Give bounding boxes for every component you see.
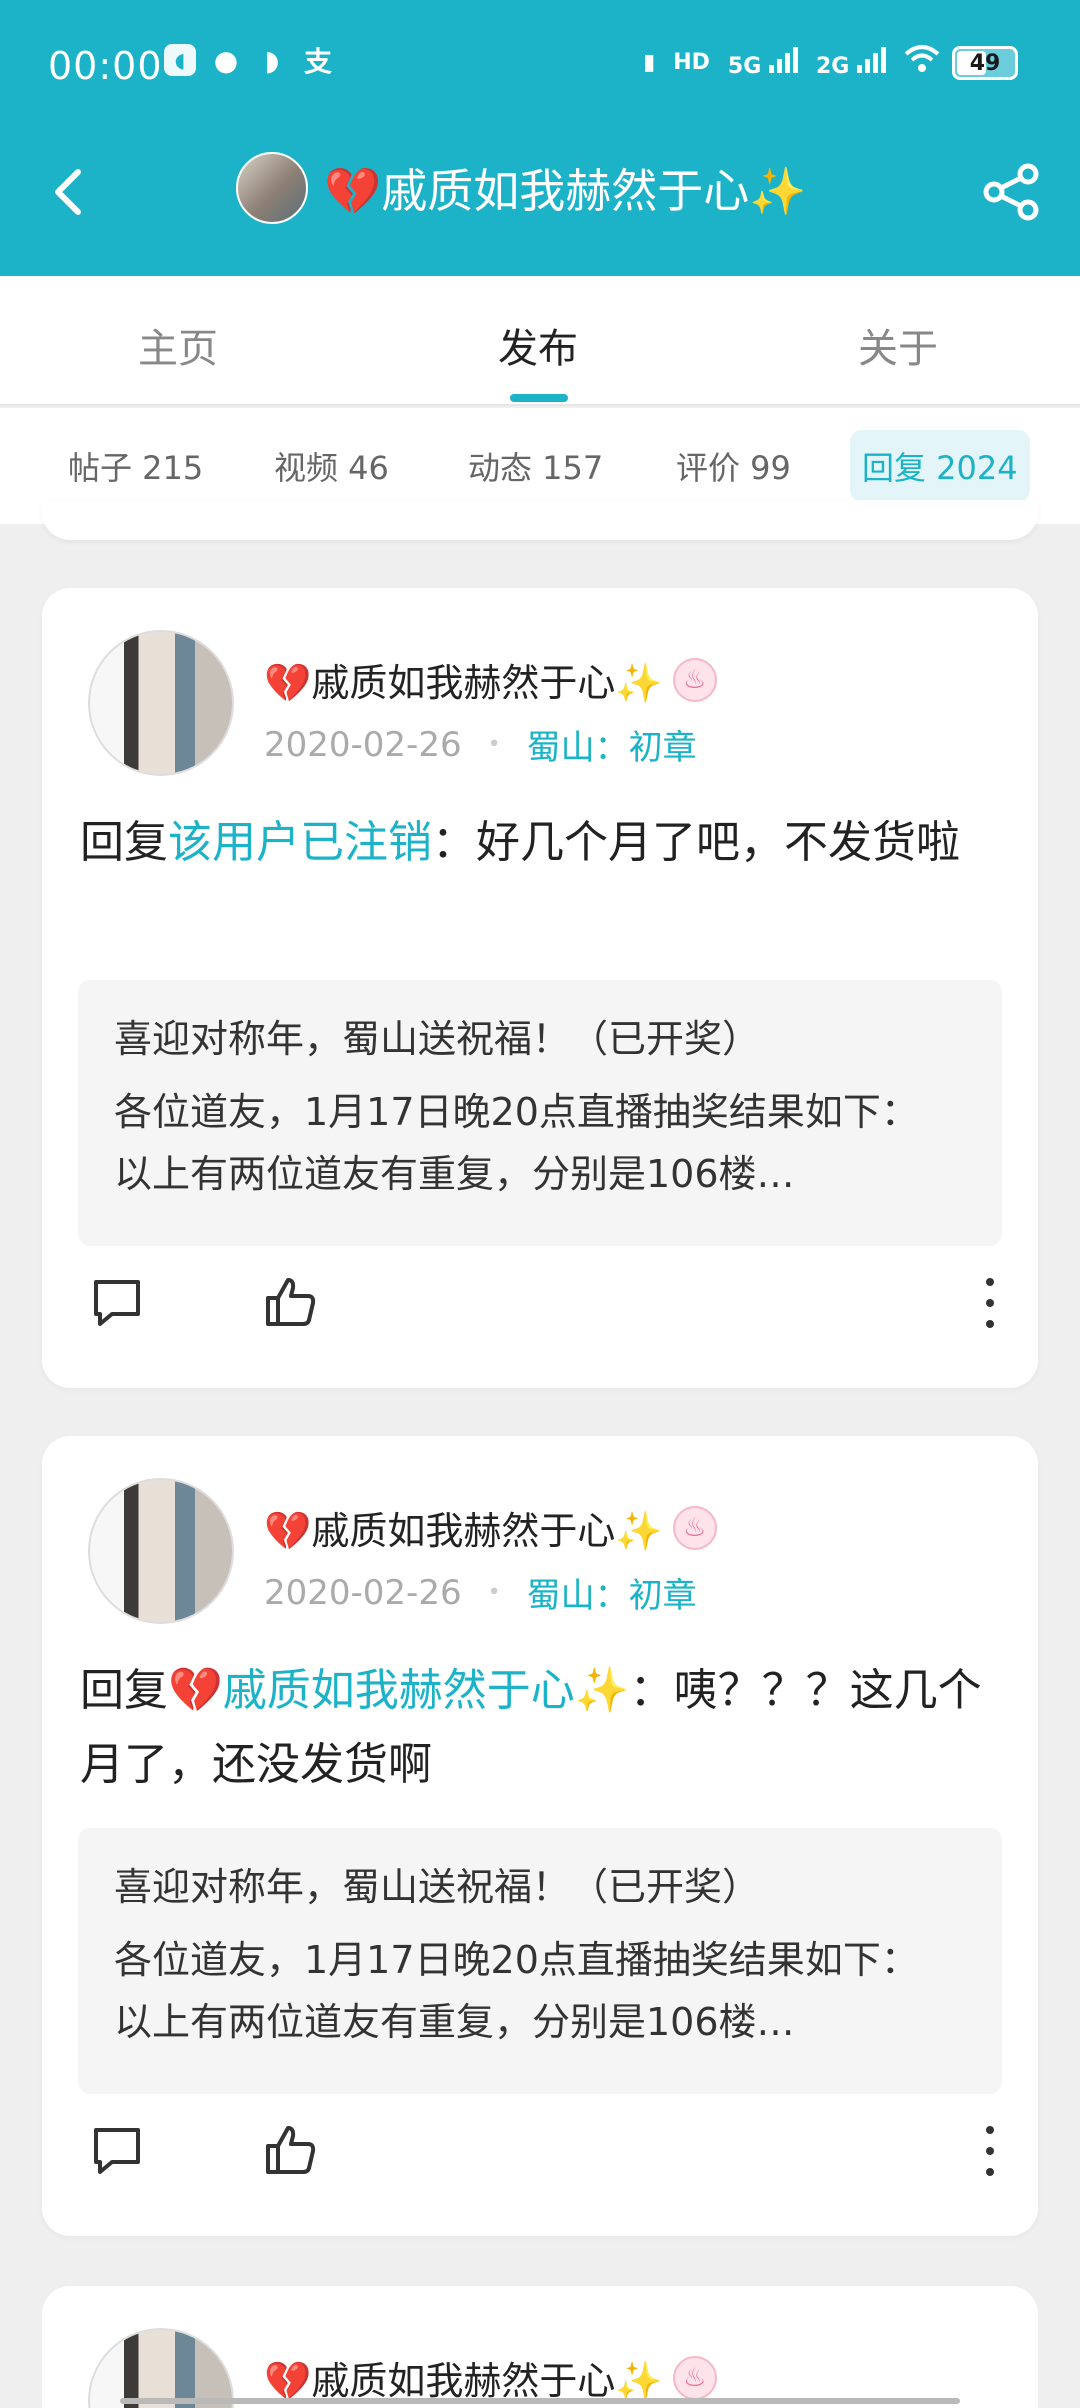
hd-icon: HD — [673, 49, 710, 75]
reply-content: ：好几个月了吧，不发货啦 — [432, 817, 960, 868]
profile-tabs: 主页 发布 关于 — [0, 276, 1080, 406]
author-name-text: 💔戚质如我赫然于心✨ — [264, 2359, 663, 2403]
5g-signal-icon: 5G — [728, 45, 798, 79]
author-name-text: 💔戚质如我赫然于心✨ — [264, 1509, 663, 1553]
card-actions — [42, 2106, 1038, 2236]
avatar[interactable] — [88, 630, 234, 776]
author-name[interactable]: 💔戚质如我赫然于心✨ ♨ — [264, 2350, 717, 2405]
quote-title: 喜迎对称年，蜀山送祝福！（已开奖） — [114, 1865, 761, 1909]
message-icon: ◗ — [264, 43, 280, 77]
post-meta: 2020-02-26 • 蜀山：初章 — [264, 1568, 697, 1617]
wifi-icon — [904, 44, 940, 80]
section-link[interactable]: 蜀山：初章 — [527, 1568, 697, 1617]
thumbs-up-icon — [266, 1278, 316, 1326]
reply-card[interactable]: 💔戚质如我赫然于心✨ ♨ 2020-02-26 • 蜀山：初章 回复💔戚质如我赫… — [42, 1436, 1038, 2236]
like-button[interactable] — [260, 1272, 320, 1332]
status-time: 00:00 — [48, 44, 163, 88]
top-header: 00:00 ◖ ● ◗ 支 ▮ HD 5G 2G 49 💔戚质如我赫然于心✨ — [0, 0, 1080, 276]
author-name[interactable]: 💔戚质如我赫然于心✨ ♨ — [264, 652, 717, 707]
thumbs-up-icon — [266, 2126, 316, 2174]
reply-text: 回复💔戚质如我赫然于心✨：咦？？？这几个月了，还没发货啊 — [80, 1654, 1000, 1802]
subtab-videos[interactable]: 视频 46 — [262, 430, 401, 502]
reply-text: 回复该用户已注销：好几个月了吧，不发货啦 — [80, 806, 1000, 880]
wechat-icon: ● — [213, 43, 239, 77]
quote-body: 各位道友，1月17日晚20点直播抽奖结果如下： 以上有两位道友有重复，分别是10… — [114, 1938, 919, 2044]
page-title: 💔戚质如我赫然于心✨ — [236, 152, 807, 224]
tab-posts[interactable]: 发布 — [498, 316, 578, 374]
title-bar: 💔戚质如我赫然于心✨ — [0, 140, 1080, 250]
quote-body: 各位道友，1月17日晚20点直播抽奖结果如下： 以上有两位道友有重复，分别是10… — [114, 1090, 919, 1196]
reply-user-link[interactable]: 💔戚质如我赫然于心✨ — [168, 1665, 630, 1716]
alipay-like-icon: ◖ — [164, 44, 196, 76]
reply-prefix: 回复 — [80, 817, 168, 868]
fire-badge-icon: ♨ — [672, 1505, 717, 1550]
title-text: 💔戚质如我赫然于心✨ — [324, 164, 807, 218]
quote-title: 喜迎对称年，蜀山送祝福！（已开奖） — [114, 1017, 761, 1061]
home-indicator[interactable] — [120, 2398, 960, 2404]
alipay-icon: 支 — [303, 45, 332, 78]
subtab-replies[interactable]: 回复 2024 — [850, 430, 1030, 502]
quoted-post[interactable]: 喜迎对称年，蜀山送祝福！（已开奖） 各位道友，1月17日晚20点直播抽奖结果如下… — [78, 980, 1002, 1246]
fire-badge-icon: ♨ — [672, 657, 717, 702]
tab-home[interactable]: 主页 — [138, 316, 218, 374]
subtab-posts[interactable]: 帖子 215 — [56, 430, 215, 502]
quoted-post[interactable]: 喜迎对称年，蜀山送祝福！（已开奖） 各位道友，1月17日晚20点直播抽奖结果如下… — [78, 1828, 1002, 2094]
post-date: 2020-02-26 — [264, 724, 462, 765]
more-options-button[interactable] — [978, 1278, 1002, 1328]
status-app-icons: ◖ ● ◗ 支 — [164, 43, 334, 78]
reply-prefix: 回复 — [80, 1665, 168, 1716]
vibrate-icon: ▮ — [643, 49, 656, 75]
section-link[interactable]: 蜀山：初章 — [527, 720, 697, 769]
post-date: 2020-02-26 — [264, 1572, 462, 1613]
separator-dot: • — [487, 732, 501, 757]
status-right-icons: ▮ HD 5G 2G — [643, 44, 940, 80]
subtab-reviews[interactable]: 评价 99 — [664, 430, 803, 502]
subtab-moments[interactable]: 动态 157 — [456, 430, 615, 502]
battery-icon: 49 — [952, 46, 1018, 80]
author-name-text: 💔戚质如我赫然于心✨ — [264, 661, 663, 705]
post-meta: 2020-02-26 • 蜀山：初章 — [264, 720, 697, 769]
comment-icon — [94, 2128, 140, 2174]
like-button[interactable] — [260, 2120, 320, 2180]
avatar[interactable] — [88, 2328, 234, 2408]
fire-badge-icon: ♨ — [672, 2355, 717, 2400]
back-button[interactable] — [40, 162, 100, 222]
status-bar: 00:00 ◖ ● ◗ 支 ▮ HD 5G 2G 49 — [0, 0, 1080, 130]
comment-button[interactable] — [88, 1274, 146, 1332]
reply-card-partial[interactable]: 💔戚质如我赫然于心✨ ♨ — [42, 2286, 1038, 2408]
avatar[interactable] — [88, 1478, 234, 1624]
more-options-button[interactable] — [978, 2126, 1002, 2176]
reply-card[interactable]: 💔戚质如我赫然于心✨ ♨ 2020-02-26 • 蜀山：初章 回复该用户已注销… — [42, 588, 1038, 1388]
author-name[interactable]: 💔戚质如我赫然于心✨ ♨ — [264, 1500, 717, 1555]
2g-signal-icon: 2G — [816, 45, 886, 79]
share-button[interactable] — [980, 160, 1044, 224]
tab-about[interactable]: 关于 — [858, 316, 938, 374]
tab-indicator — [510, 394, 568, 402]
reply-user-link[interactable]: 该用户已注销 — [168, 817, 432, 868]
comment-icon — [94, 1280, 140, 1326]
previous-card-edge — [42, 500, 1038, 540]
separator-dot: • — [487, 1580, 501, 1605]
share-icon — [983, 163, 1039, 221]
card-actions — [42, 1258, 1038, 1388]
avatar — [236, 152, 308, 224]
comment-button[interactable] — [88, 2122, 146, 2180]
